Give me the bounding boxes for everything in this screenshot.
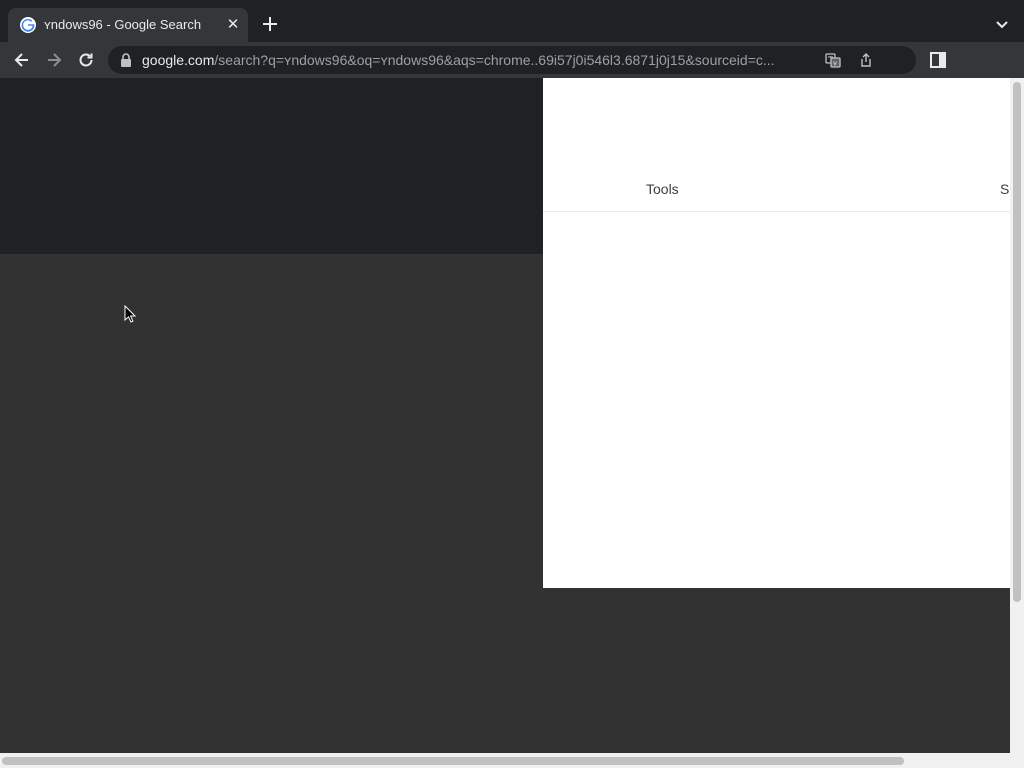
chevron-down-icon[interactable] — [992, 14, 1012, 34]
truncated-nav-item[interactable]: S — [1000, 181, 1010, 197]
arrow-right-icon[interactable] — [44, 50, 64, 70]
vertical-scrollbar[interactable] — [1010, 78, 1024, 753]
lock-icon[interactable] — [120, 53, 132, 67]
tools-button[interactable]: Tools — [646, 181, 679, 197]
url-host: google.com — [142, 52, 215, 68]
share-icon[interactable] — [858, 52, 874, 68]
url-text[interactable]: google.com/search?q=ʏndows96&oq=ʏndows96… — [142, 52, 832, 68]
horizontal-scrollbar-thumb[interactable] — [2, 757, 904, 765]
reload-icon[interactable] — [76, 50, 96, 70]
url-path: /search?q=ʏndows96&oq=ʏndows96&aqs=chrom… — [214, 52, 775, 68]
browser-toolbar: google.com/search?q=ʏndows96&oq=ʏndows96… — [0, 42, 1024, 78]
arrow-left-icon[interactable] — [12, 50, 32, 70]
tab-strip: ʏndows96 - Google Search ✕ — [0, 0, 1024, 42]
horizontal-scrollbar[interactable] — [0, 753, 1024, 768]
close-tab-icon[interactable]: ✕ — [224, 16, 242, 34]
dimmed-header-area — [0, 78, 543, 254]
mouse-pointer-icon — [124, 305, 136, 323]
plus-icon[interactable] — [260, 14, 280, 34]
vertical-scrollbar-thumb[interactable] — [1013, 82, 1021, 602]
page-viewport: Tools S — [0, 78, 1010, 753]
google-g-icon — [20, 17, 36, 33]
search-results-panel: Tools S — [543, 78, 1010, 588]
divider — [543, 211, 1010, 212]
active-tab[interactable]: ʏndows96 - Google Search ✕ — [8, 8, 248, 42]
address-bar[interactable]: google.com/search?q=ʏndows96&oq=ʏndows96… — [108, 46, 916, 74]
side-panel-icon[interactable] — [928, 50, 948, 70]
tab-title: ʏndows96 - Google Search — [44, 17, 202, 32]
translate-icon[interactable] — [825, 52, 841, 68]
